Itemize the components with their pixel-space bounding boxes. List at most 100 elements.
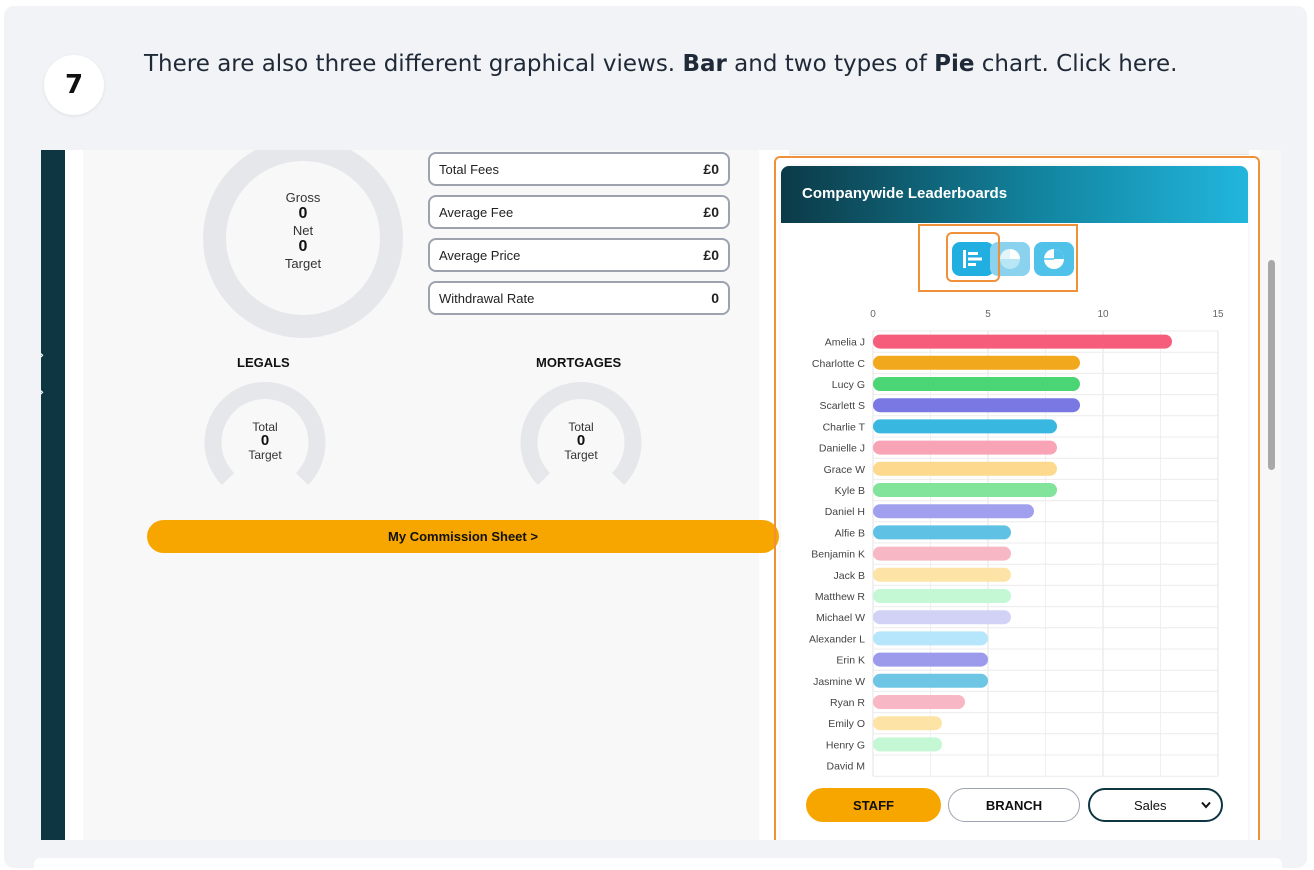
mortgages-summary: Total 0 Target: [551, 420, 611, 462]
net-label: Net: [292, 223, 314, 238]
bar: [873, 716, 942, 731]
leaderboard-title: Companywide Leaderboards: [802, 185, 1008, 202]
mortgages-target-label: Target: [564, 448, 598, 462]
mortgages-total-value: 0: [576, 432, 586, 449]
bar: [873, 461, 1057, 476]
bar: [873, 504, 1034, 519]
metric-select[interactable]: Sales: [1088, 788, 1223, 822]
x-tick-label: 15: [1212, 309, 1224, 320]
bar: [873, 355, 1080, 370]
target-label: Target: [284, 256, 322, 271]
bar: [873, 589, 1011, 603]
pie-alt-view-button[interactable]: [1034, 242, 1074, 276]
bar: [873, 419, 1057, 434]
category-label: Charlotte C: [812, 358, 866, 370]
category-label: Daniel H: [825, 506, 865, 518]
category-label: Danielle J: [819, 443, 865, 455]
category-label: Amelia J: [825, 337, 865, 349]
category-label: Alfie B: [835, 527, 865, 539]
category-label: Alexander L: [809, 633, 865, 645]
mortgages-title: MORTGAGES: [536, 355, 622, 370]
sidebar: › ›: [41, 150, 65, 840]
gross-value: 0: [298, 205, 308, 222]
bar: [873, 567, 1011, 582]
bar: [873, 398, 1080, 413]
instruction-text-1: There are also three different graphical…: [144, 51, 683, 77]
legals-title: LEGALS: [237, 355, 290, 370]
stat-value: £0: [703, 247, 719, 263]
stat-average-price: Average Price £0: [428, 238, 730, 272]
staff-toggle-button[interactable]: STAFF: [806, 788, 941, 822]
step-instruction: There are also three different graphical…: [144, 50, 1264, 79]
stat-value: £0: [703, 204, 719, 220]
bar: [873, 483, 1057, 497]
previous-widget-edge: [789, 150, 1249, 155]
step-number-badge: 7: [44, 55, 104, 115]
bar: [873, 610, 1011, 625]
category-label: Benjamin K: [811, 549, 865, 561]
instruction-text-2: and two types of: [726, 51, 935, 77]
stat-average-fee: Average Fee £0: [428, 195, 730, 229]
stat-label: Average Fee: [439, 204, 514, 220]
category-label: Scarlett S: [819, 400, 865, 412]
category-label: Erin K: [836, 655, 865, 667]
stat-value: 0: [711, 290, 719, 306]
stat-label: Withdrawal Rate: [439, 290, 535, 306]
x-tick-label: 10: [1097, 309, 1109, 320]
stat-withdrawal-rate: Withdrawal Rate 0: [428, 281, 730, 315]
bar: [873, 673, 988, 688]
category-label: Michael W: [816, 612, 865, 624]
bar: [873, 440, 1057, 455]
legals-total-value: 0: [260, 432, 270, 449]
bar-view-selected-highlight: [946, 232, 1000, 282]
category-label: Ryan R: [830, 697, 865, 709]
scrollbar-thumb[interactable]: [1268, 260, 1275, 470]
net-value: 0: [298, 238, 308, 255]
instruction-text-3: chart. Click here.: [974, 51, 1178, 77]
category-label: Jack B: [833, 570, 865, 582]
legals-target-label: Target: [248, 448, 282, 462]
gross-net-summary: Gross 0 Net 0 Target: [263, 190, 343, 271]
chevron-right-icon[interactable]: ›: [41, 382, 44, 401]
chevron-down-icon: [1201, 801, 1211, 809]
bar: [873, 631, 988, 646]
scrollbar[interactable]: [1260, 150, 1281, 840]
category-label: Kyle B: [835, 485, 865, 497]
stat-label: Average Price: [439, 247, 521, 263]
x-tick-label: 5: [985, 309, 991, 320]
category-label: Lucy G: [832, 379, 865, 391]
bar: [873, 334, 1172, 349]
leaderboard-bar-chart: 0 5 10 15 Amelia J Charlotte C Lucy G Scarlett …: [809, 309, 1224, 777]
leaderboard-panel: Companywide Leaderboards 0 5 10 15 Ameli…: [781, 166, 1248, 840]
bar: [873, 737, 942, 752]
legals-summary: Total 0 Target: [235, 420, 295, 462]
stat-total-fees: Total Fees £0: [428, 152, 730, 186]
branch-toggle-button[interactable]: BRANCH: [948, 788, 1080, 822]
bar: [873, 546, 1011, 561]
pie-chart-alt-icon: [1044, 249, 1064, 269]
commission-sheet-button[interactable]: My Commission Sheet >: [147, 520, 779, 553]
leaderboard-header: Companywide Leaderboards: [781, 166, 1248, 223]
bar: [873, 695, 965, 709]
next-card-edge: [34, 858, 1282, 870]
category-label: Grace W: [824, 464, 866, 476]
category-label: David M: [826, 761, 865, 773]
category-label: Matthew R: [815, 591, 866, 603]
pie-chart-icon: [1000, 249, 1020, 269]
metric-select-value: Sales: [1134, 797, 1167, 813]
category-label: Emily O: [828, 718, 865, 730]
instruction-bold-bar: Bar: [682, 51, 727, 77]
instruction-bold-pie: Pie: [934, 51, 975, 77]
bar: [873, 377, 1080, 391]
chevron-right-icon[interactable]: ›: [41, 345, 44, 364]
gross-label: Gross: [285, 190, 321, 205]
stat-label: Total Fees: [439, 161, 499, 177]
x-tick-label: 0: [870, 309, 876, 320]
category-label: Charlie T: [823, 421, 866, 433]
category-label: Henry G: [826, 739, 865, 751]
stat-value: £0: [703, 161, 719, 177]
bar: [873, 652, 988, 667]
category-label: Jasmine W: [813, 676, 865, 688]
bar: [873, 525, 1011, 540]
app-screenshot: › › Gross 0 Net 0 Target LEGALS Total 0 …: [41, 150, 1281, 840]
